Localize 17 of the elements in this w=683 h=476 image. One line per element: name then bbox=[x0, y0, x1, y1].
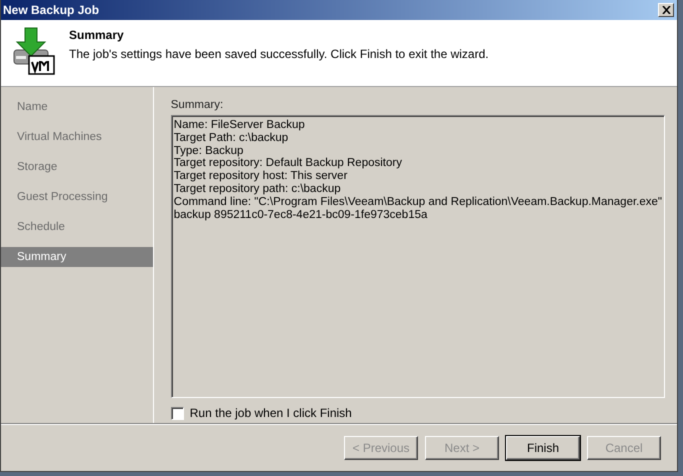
header-title: Summary bbox=[69, 28, 125, 42]
run-job-checkbox[interactable] bbox=[170, 406, 184, 420]
wizard-button[interactable]: Finish bbox=[506, 436, 580, 460]
backup-drive-icon bbox=[13, 26, 55, 76]
sidebar-item[interactable]: Schedule bbox=[1, 217, 153, 237]
header-description: The job's settings have been saved successfully. Click Finish to exit the wizard. bbox=[69, 47, 489, 61]
sidebar-item[interactable]: Name bbox=[1, 97, 153, 117]
sidebar-item[interactable]: Summary bbox=[1, 247, 153, 267]
run-job-label: Run the job when I click Finish bbox=[190, 406, 352, 420]
sidebar-item[interactable]: Storage bbox=[1, 157, 153, 177]
window-title: New Backup Job bbox=[3, 3, 100, 17]
summary-text-box[interactable]: Name: FileServer Backup Target Path: c:\backup Type: Backup Target repository: Default Backup Repository Target repository host: This server Target repository path: c:\backup Command line: "C:\Program Files\Veeam\Backup and Replication\Veeam.Backup.Manager.exe" backup 895211c0-7ec8-4e21-bc09-1fe973ceb15a bbox=[170, 115, 665, 398]
summary-label: Summary: bbox=[170, 99, 224, 111]
close-icon bbox=[662, 6, 670, 14]
sidebar-item[interactable]: Virtual Machines bbox=[1, 127, 153, 147]
sidebar-item[interactable]: Guest Processing bbox=[1, 187, 153, 207]
close-button[interactable] bbox=[658, 3, 674, 17]
